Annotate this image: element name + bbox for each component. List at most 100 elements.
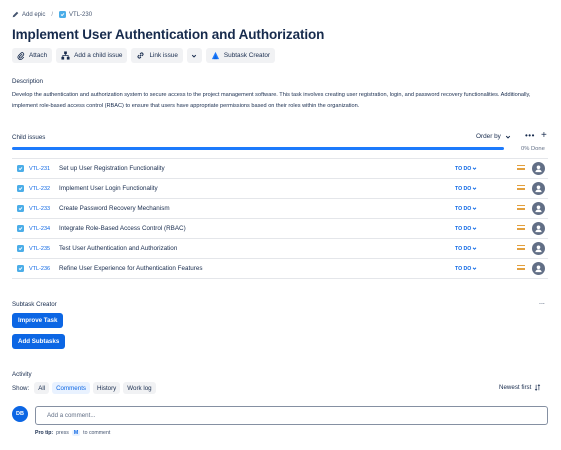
show-label: Show: [12, 384, 30, 392]
subtask-creator-label: Subtask Creator [223, 52, 271, 59]
chevron-down-icon [473, 247, 477, 250]
issue-title[interactable]: Implement User Authentication and Author… [12, 27, 324, 42]
pencil-icon [12, 11, 19, 18]
issue-key[interactable]: VTL-233 [29, 206, 59, 212]
filter-history[interactable]: History [93, 382, 121, 394]
child-issues-heading: Child issues [12, 134, 46, 141]
pro-tip-key: M [71, 430, 81, 436]
status-dropdown[interactable]: TO DO [455, 166, 477, 172]
table-row[interactable]: VTL-235 Test User Authentication and Aut… [12, 239, 548, 259]
table-row[interactable]: VTL-231 Set up User Registration Functio… [12, 159, 548, 179]
link-issue-label: Link issue [149, 52, 178, 59]
add-child-plus-icon[interactable]: + [541, 130, 547, 141]
improve-task-button[interactable]: Improve Task [12, 313, 64, 328]
task-type-icon [17, 205, 24, 212]
subtask-creator-more-icon[interactable]: ... [539, 299, 545, 306]
priority-medium-icon [517, 205, 525, 212]
assignee-avatar-icon[interactable] [532, 242, 545, 255]
description-text[interactable]: Develop the authentication and authoriza… [12, 90, 552, 111]
assignee-avatar-icon[interactable] [532, 222, 545, 235]
status-label: TO DO [455, 265, 472, 272]
task-type-icon [59, 11, 67, 18]
pro-tip-post: to comment [83, 430, 111, 436]
add-subtasks-button[interactable]: Add Subtasks [12, 334, 66, 349]
table-row[interactable]: VTL-236 Refine User Experience for Authe… [12, 259, 548, 279]
chevron-down-icon [473, 267, 477, 270]
add-child-label: Add a child issue [74, 52, 123, 59]
issue-summary[interactable]: Refine User Experience for Authenticatio… [59, 265, 203, 272]
hierarchy-icon [61, 51, 70, 60]
issue-toolbar: Attach Add a child issue Link issue Subt… [12, 48, 276, 63]
issue-key[interactable]: VTL-232 [29, 186, 59, 192]
pro-tip-pre: press [56, 430, 69, 436]
table-row[interactable]: VTL-234 Integrate Role-Based Access Cont… [12, 219, 548, 239]
link-issue-button[interactable]: Link issue [131, 48, 183, 63]
assignee-avatar-icon[interactable] [532, 202, 545, 215]
issue-key[interactable]: VTL-235 [29, 246, 59, 252]
issue-key[interactable]: VTL-231 [29, 166, 59, 172]
table-row[interactable]: VTL-233 Create Password Recovery Mechani… [12, 199, 548, 219]
sort-icon [535, 384, 541, 391]
priority-medium-icon [517, 245, 525, 252]
chevron-down-icon [473, 227, 477, 230]
more-actions-dropdown[interactable] [186, 48, 202, 63]
breadcrumb-task-key[interactable]: VTL-230 [69, 12, 92, 18]
more-options-icon[interactable]: ••• [525, 131, 535, 140]
pro-tip: Pro tip: press M to comment [35, 430, 110, 436]
filter-worklog[interactable]: Work log [123, 382, 156, 394]
progress-bar [12, 147, 504, 150]
add-child-issue-button[interactable]: Add a child issue [56, 48, 128, 63]
task-type-icon [17, 225, 24, 232]
assignee-avatar-icon[interactable] [532, 182, 545, 195]
filter-all[interactable]: All [34, 382, 50, 394]
breadcrumb-separator: / [51, 11, 54, 18]
issue-summary[interactable]: Set up User Registration Functionality [59, 165, 165, 172]
activity-heading: Activity [12, 371, 32, 378]
issue-key[interactable]: VTL-234 [29, 226, 59, 232]
progress-done-label: 0% Done [521, 146, 545, 152]
status-dropdown[interactable]: TO DO [455, 246, 477, 252]
attach-button[interactable]: Attach [12, 48, 53, 63]
priority-medium-icon [517, 165, 525, 172]
issue-summary[interactable]: Test User Authentication and Authorizati… [59, 245, 177, 252]
comment-input[interactable]: Add a comment... [35, 406, 548, 425]
table-row[interactable]: VTL-232 Implement User Login Functionali… [12, 179, 548, 199]
chevron-down-icon [473, 167, 477, 170]
priority-medium-icon [517, 225, 525, 232]
chevron-down-icon [192, 54, 197, 58]
status-dropdown[interactable]: TO DO [455, 266, 477, 272]
status-label: TO DO [455, 185, 472, 192]
task-type-icon [17, 165, 24, 172]
status-dropdown[interactable]: TO DO [455, 206, 477, 212]
status-label: TO DO [455, 245, 472, 252]
priority-medium-icon [517, 265, 525, 272]
chevron-down-icon [505, 135, 511, 139]
add-epic-link[interactable]: Add epic [22, 12, 45, 18]
chevron-down-icon [473, 207, 477, 210]
issue-summary[interactable]: Create Password Recovery Mechanism [59, 205, 170, 212]
status-label: TO DO [455, 205, 472, 212]
assignee-avatar-icon[interactable] [532, 162, 545, 175]
task-type-icon [17, 245, 24, 252]
subtask-creator-button[interactable]: Subtask Creator [205, 48, 276, 63]
sort-toggle[interactable]: Newest first [499, 384, 541, 391]
status-dropdown[interactable]: TO DO [455, 226, 477, 232]
issue-summary[interactable]: Implement User Login Functionality [59, 185, 158, 192]
description-heading: Description [12, 78, 43, 85]
child-issue-list: VTL-231 Set up User Registration Functio… [12, 158, 548, 279]
status-dropdown[interactable]: TO DO [455, 186, 477, 192]
filter-comments[interactable]: Comments [52, 382, 91, 394]
task-type-icon [17, 265, 24, 272]
breadcrumb: Add epic / VTL-230 [12, 11, 92, 18]
issue-summary[interactable]: Integrate Role-Based Access Control (RBA… [59, 225, 186, 232]
sort-label: Newest first [499, 384, 532, 391]
issue-key[interactable]: VTL-236 [29, 266, 59, 272]
subtask-creator-heading: Subtask Creator [12, 301, 57, 308]
activity-filters: Show: All Comments History Work log [12, 382, 156, 394]
status-label: TO DO [455, 165, 472, 172]
assignee-avatar-icon[interactable] [532, 262, 545, 275]
status-label: TO DO [455, 225, 472, 232]
order-by-dropdown[interactable]: Order by [476, 133, 511, 140]
link-icon [137, 52, 144, 59]
attach-label: Attach [29, 52, 48, 59]
